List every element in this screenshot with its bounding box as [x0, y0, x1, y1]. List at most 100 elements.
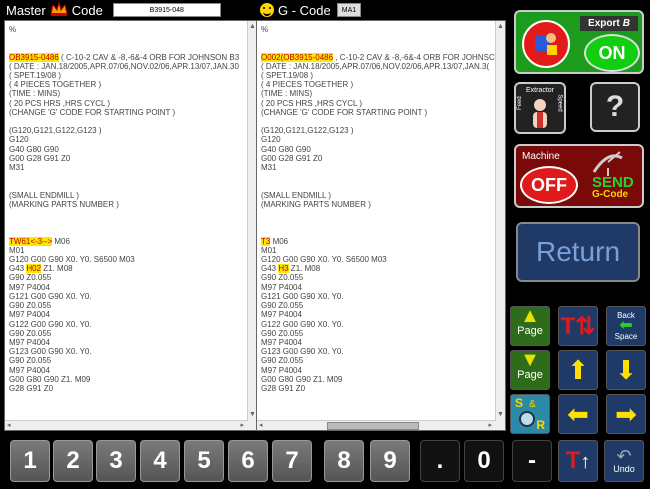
code-line[interactable]: G90 Z0.055 [261, 301, 501, 310]
code-line[interactable]: G120 G00 G90 X0. Y0. S6500 M03 [9, 255, 253, 264]
key-minus[interactable]: - [512, 440, 552, 482]
scroll-left-icon[interactable]: ◂ [7, 421, 11, 429]
code-line[interactable]: (G120,G121,G122,G123 ) [9, 126, 253, 135]
code-line[interactable]: TW61<-3--> M06 [9, 236, 253, 246]
code-line[interactable] [9, 218, 253, 227]
key-5[interactable]: 5 [184, 440, 224, 482]
cursor-down-button[interactable]: ⬇ [606, 350, 646, 390]
insert-line-button[interactable]: T↑ [558, 440, 598, 482]
code-line[interactable]: M31 [261, 163, 501, 172]
code-line[interactable]: G90 Z0.055 [9, 329, 253, 338]
code-line[interactable]: M97 P4004 [261, 283, 501, 292]
code-line[interactable]: M97 P4004 [261, 366, 501, 375]
code-line[interactable]: (G120,G121,G122,G123 ) [261, 126, 501, 135]
code-line[interactable]: G43 H3 Z1. M08 [261, 264, 501, 274]
code-line[interactable]: G00 G28 G91 Z0 [261, 154, 501, 163]
code-line[interactable]: G00 G80 G90 Z1. M09 [9, 375, 253, 384]
key-1[interactable]: 1 [10, 440, 50, 482]
code-line[interactable]: M97 P4004 [9, 283, 253, 292]
code-line[interactable] [9, 34, 253, 43]
code-line[interactable]: (TIME : MINS) [9, 89, 253, 98]
code-line[interactable]: G121 G00 G90 X0. Y0. [261, 292, 501, 301]
code-line[interactable]: M01 [261, 246, 501, 255]
help-button[interactable]: ? [590, 82, 640, 132]
page-up-button[interactable]: ▲ Page [510, 306, 550, 346]
code-line[interactable] [9, 172, 253, 181]
code-line[interactable]: M97 P4004 [261, 310, 501, 319]
master-code-field[interactable]: B3915-048 [112, 3, 221, 17]
code-line[interactable]: G28 G91 Z0 [261, 384, 501, 393]
code-line[interactable]: G90 Z0.055 [9, 273, 253, 282]
code-line[interactable] [261, 172, 501, 181]
master-code-panel[interactable]: % OB3915-0486 ( C-10-2 CAV & -8,-6&-4 OR… [4, 20, 258, 431]
code-line[interactable] [9, 117, 253, 126]
code-line[interactable]: G121 G00 G90 X0. Y0. [9, 292, 253, 301]
code-line[interactable] [9, 43, 253, 52]
code-line[interactable]: G122 G00 G90 X0. Y0. [9, 320, 253, 329]
master-horizontal-scrollbar[interactable]: ◂ ▸ [5, 420, 248, 430]
code-line[interactable] [9, 227, 253, 236]
export-button[interactable]: Export B ON [514, 10, 644, 74]
delete-line-button[interactable]: T⇅ [558, 306, 598, 346]
cursor-right-button[interactable]: ➡ [606, 394, 646, 434]
code-line[interactable]: OB3915-0486 ( C-10-2 CAV & -8,-6&-4 ORB … [9, 52, 253, 62]
code-line[interactable]: M97 P4004 [9, 310, 253, 319]
code-line[interactable]: O002(OB3915-0486 , C-10-2 CAV & -8,-6&-4… [261, 52, 501, 62]
code-line[interactable] [261, 209, 501, 218]
code-line[interactable]: G123 G00 G90 X0. Y0. [9, 347, 253, 356]
gcode-panel[interactable]: % O002(OB3915-0486 , C-10-2 CAV & -8,-6&… [256, 20, 506, 431]
key-7[interactable]: 7 [272, 440, 312, 482]
key-6[interactable]: 6 [228, 440, 268, 482]
code-line[interactable]: M97 P4004 [9, 338, 253, 347]
key-dot[interactable]: . [420, 440, 460, 482]
code-line[interactable]: ( 20 PCS HRS ,HRS CYCL ) [9, 99, 253, 108]
gcode-vertical-scrollbar[interactable]: ▲ ▼ [495, 21, 505, 430]
code-line[interactable]: G123 G00 G90 X0. Y0. [261, 347, 501, 356]
code-line[interactable] [261, 181, 501, 190]
master-code-text[interactable]: % OB3915-0486 ( C-10-2 CAV & -8,-6&-4 OR… [5, 21, 257, 417]
scroll-right-icon[interactable]: ▸ [240, 421, 244, 429]
page-down-button[interactable]: ▼ Page [510, 350, 550, 390]
scroll-right-icon[interactable]: ▸ [488, 421, 492, 429]
scroll-thumb[interactable] [327, 422, 419, 430]
code-line[interactable]: (TIME : MINS) [261, 89, 501, 98]
key-4[interactable]: 4 [140, 440, 180, 482]
cursor-up-button[interactable]: ⬆ [558, 350, 598, 390]
key-0[interactable]: 0 [464, 440, 504, 482]
code-line[interactable]: M97 P4004 [261, 338, 501, 347]
code-line[interactable] [261, 34, 501, 43]
code-line[interactable]: ( 20 PCS HRS ,HRS CYCL ) [261, 99, 501, 108]
code-line[interactable] [261, 227, 501, 236]
code-line[interactable]: ( 4 PIECES TOGETHER ) [9, 80, 253, 89]
key-8[interactable]: 8 [324, 440, 364, 482]
code-line[interactable]: G120 [261, 135, 501, 144]
code-line[interactable]: ( SPET.19/08 ) [261, 71, 501, 80]
scroll-up-icon[interactable]: ▲ [249, 23, 256, 30]
code-line[interactable]: G90 Z0.055 [9, 301, 253, 310]
key-2[interactable]: 2 [53, 440, 93, 482]
code-line[interactable]: G120 G00 G90 X0. Y0. S6500 M03 [261, 255, 501, 264]
scroll-down-icon[interactable]: ▼ [497, 411, 504, 418]
code-line[interactable]: G122 G00 G90 X0. Y0. [261, 320, 501, 329]
code-line[interactable] [261, 218, 501, 227]
search-replace-button[interactable]: S & R [510, 394, 550, 434]
code-line[interactable]: G40 G80 G90 [9, 145, 253, 154]
code-line[interactable]: G90 Z0.055 [261, 273, 501, 282]
code-line[interactable]: G40 G80 G90 [261, 145, 501, 154]
machine-send-button[interactable]: Machine OFF SEND G-Code [514, 144, 644, 208]
code-line[interactable]: % [261, 25, 501, 34]
undo-button[interactable]: ↶ Undo [604, 440, 644, 482]
gcode-field[interactable]: MA1 [336, 3, 362, 17]
code-line[interactable]: M97 P4004 [9, 366, 253, 375]
scroll-up-icon[interactable]: ▲ [497, 23, 504, 30]
scroll-down-icon[interactable]: ▼ [249, 411, 256, 418]
code-line[interactable]: ( DATE : JAN.18/2005,APR.07/06,NOV.02/06… [9, 62, 253, 71]
code-line[interactable]: G120 [9, 135, 253, 144]
code-line[interactable]: ( DATE : JAN.18/2005,APR.07/06,NOV.02/06… [261, 62, 501, 71]
code-line[interactable]: % [9, 25, 253, 34]
code-line[interactable]: G00 G28 G91 Z0 [9, 154, 253, 163]
code-line[interactable]: G00 G80 G90 Z1. M09 [261, 375, 501, 384]
code-line[interactable]: G90 Z0.055 [261, 356, 501, 365]
code-line[interactable]: ( 4 PIECES TOGETHER ) [261, 80, 501, 89]
gcode-text[interactable]: % O002(OB3915-0486 , C-10-2 CAV & -8,-6&… [257, 21, 505, 417]
